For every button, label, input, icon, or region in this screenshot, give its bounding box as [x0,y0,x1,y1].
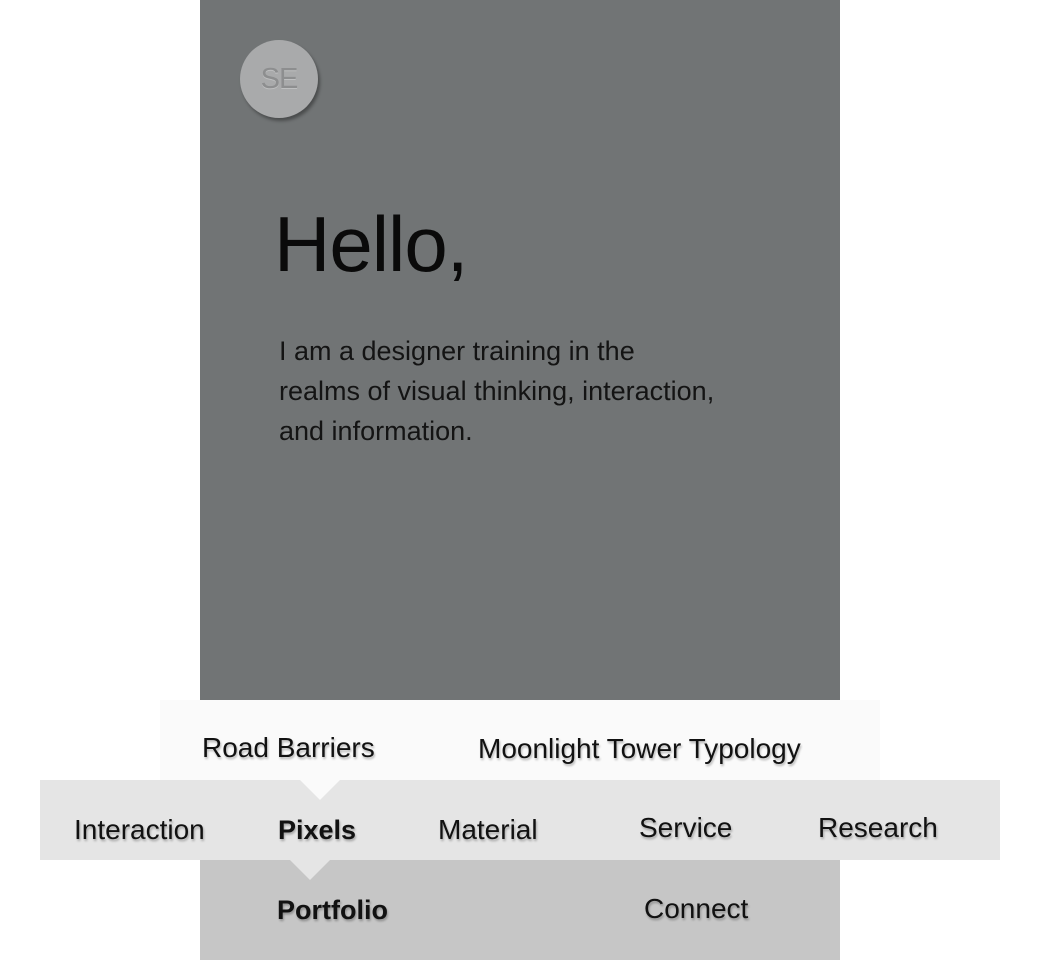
active-category-pointer [300,780,340,800]
project-nav: Road Barriers Moonlight Tower Typology [160,700,880,800]
main-link-portfolio[interactable]: Portfolio [277,895,388,926]
project-link-road-barriers[interactable]: Road Barriers [202,732,375,764]
category-link-service[interactable]: Service [639,812,732,844]
greeting-heading: Hello, [274,200,468,288]
category-link-pixels[interactable]: Pixels [278,815,356,846]
main-nav: Portfolio Connect [200,860,840,960]
category-nav: Interaction Pixels Material Service Rese… [40,780,1000,860]
main-link-connect[interactable]: Connect [644,893,748,925]
hero-card: SE Hello, I am a designer training in th… [200,0,840,700]
category-link-material[interactable]: Material [438,814,538,846]
project-link-moonlight-tower-typology[interactable]: Moonlight Tower Typology [478,733,801,765]
active-main-pointer [290,860,330,880]
category-link-research[interactable]: Research [818,812,938,844]
page: SE Hello, I am a designer training in th… [0,0,1040,960]
category-link-interaction[interactable]: Interaction [74,814,205,846]
intro-text: I am a designer training in the realms o… [279,336,715,446]
avatar[interactable]: SE [240,40,318,118]
